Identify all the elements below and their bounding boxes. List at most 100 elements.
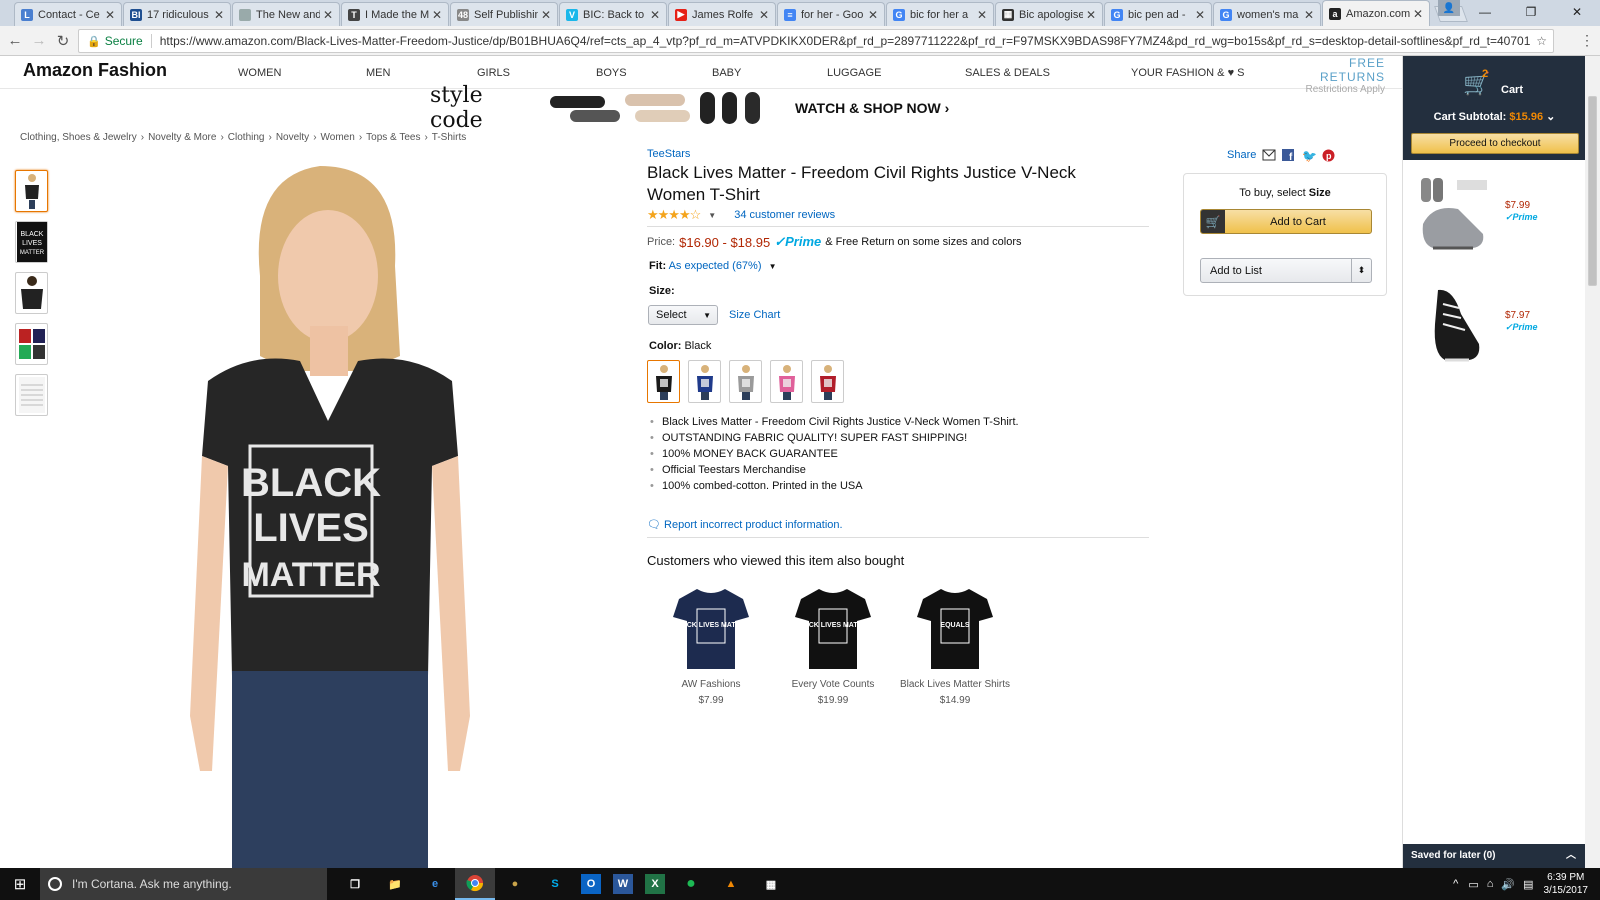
tab-close-icon[interactable]: ✕ <box>214 8 224 22</box>
pinterest-share-icon[interactable]: p <box>1322 149 1336 162</box>
rating-dropdown-icon[interactable]: ▼ <box>708 211 716 220</box>
cart-item-2[interactable]: $7.97 ✓Prime <box>1413 284 1583 374</box>
nav-boys[interactable]: BOYS <box>596 67 627 79</box>
browser-tab[interactable]: ▶ James Rolfe ✕ <box>668 2 776 26</box>
also-bought-image[interactable]: EQUALS <box>915 581 995 673</box>
vlc-icon[interactable]: ▲ <box>711 868 751 900</box>
chevron-up-icon[interactable]: ^ <box>1453 878 1458 890</box>
breadcrumb-item[interactable]: Novelty & More <box>148 132 216 143</box>
color-swatch[interactable] <box>647 360 680 403</box>
battery-icon[interactable]: ▭ <box>1468 878 1478 891</box>
also-bought-item[interactable]: BLACK LIVES MATTER AW Fashions $7.99 <box>650 581 772 706</box>
nav-baby[interactable]: BABY <box>712 67 741 79</box>
page-scrollbar[interactable] <box>1585 56 1600 868</box>
size-select[interactable]: Select ▼ <box>648 305 718 325</box>
list-dropdown-icon[interactable]: ⬍ <box>1351 259 1371 282</box>
browser-tab[interactable]: T I Made the M ✕ <box>341 2 449 26</box>
browser-tab[interactable]: V BIC: Back to ✕ <box>559 2 667 26</box>
profile-icon[interactable]: 👤 <box>1438 0 1460 16</box>
game-icon[interactable]: ● <box>495 868 535 900</box>
scrollbar-thumb[interactable] <box>1588 96 1597 286</box>
close-icon[interactable]: ✕ <box>1554 0 1600 24</box>
browser-tab[interactable]: ▦ Bic apologise ✕ <box>995 2 1103 26</box>
fit-value[interactable]: As expected (67%) <box>669 260 762 272</box>
color-swatch[interactable] <box>688 360 721 403</box>
calculator-icon[interactable]: ▦ <box>751 868 791 900</box>
nav-sales-deals[interactable]: SALES & DEALS <box>965 67 1050 79</box>
nav-luggage[interactable]: LUGGAGE <box>827 67 881 79</box>
also-bought-name[interactable]: AW Fashions <box>650 679 772 690</box>
color-swatch[interactable] <box>770 360 803 403</box>
also-bought-image[interactable]: BLACK LIVES MATTER <box>671 581 751 673</box>
outlook-icon[interactable]: O <box>581 874 601 894</box>
also-bought-name[interactable]: Black Lives Matter Shirts <box>894 679 1016 690</box>
maximize-icon[interactable]: ❐ <box>1508 0 1554 24</box>
main-product-image[interactable]: BLACK LIVES MATTER <box>160 156 500 868</box>
tab-close-icon[interactable]: ✕ <box>1195 8 1205 22</box>
tab-close-icon[interactable]: ✕ <box>759 8 769 22</box>
nav-girls[interactable]: GIRLS <box>477 67 510 79</box>
color-swatch[interactable] <box>811 360 844 403</box>
thumbnail-1[interactable] <box>15 170 48 212</box>
windows-start-icon[interactable]: ⊞ <box>0 875 40 893</box>
browser-tab[interactable]: 48 Self Publishin ✕ <box>450 2 558 26</box>
breadcrumb-item[interactable]: Clothing, Shoes & Jewelry <box>20 132 137 143</box>
browser-tab[interactable]: BI 17 ridiculous ✕ <box>123 2 231 26</box>
forward-icon[interactable]: → <box>27 32 51 49</box>
file-explorer-icon[interactable]: 📁 <box>375 868 415 900</box>
watch-shop-link[interactable]: WATCH & SHOP NOW › <box>795 100 949 116</box>
fit-row[interactable]: Fit: As expected (67%) ▼ <box>649 260 776 272</box>
browser-tab[interactable]: The New and ✕ <box>232 2 340 26</box>
tab-close-icon[interactable]: ✕ <box>1304 8 1314 22</box>
browser-tab[interactable]: ≡ for her - Goo ✕ <box>777 2 885 26</box>
email-share-icon[interactable] <box>1262 149 1276 161</box>
tab-close-icon[interactable]: ✕ <box>105 8 115 22</box>
tab-close-icon[interactable]: ✕ <box>1413 7 1423 21</box>
proceed-to-checkout-button[interactable]: Proceed to checkout <box>1411 133 1579 154</box>
tab-close-icon[interactable]: ✕ <box>323 8 333 22</box>
tab-close-icon[interactable]: ✕ <box>541 8 551 22</box>
thumbnail-5-size-chart[interactable] <box>15 374 48 416</box>
volume-icon[interactable]: 🔊 <box>1501 878 1515 891</box>
breadcrumb-item[interactable]: Novelty <box>276 132 309 143</box>
excel-icon[interactable]: X <box>645 874 665 894</box>
star-rating-icon[interactable]: ★★★★☆ <box>647 207 701 223</box>
spotify-icon[interactable]: ● <box>671 868 711 900</box>
notification-icon[interactable]: ▤ <box>1523 878 1533 891</box>
edge-icon[interactable]: e <box>415 868 455 900</box>
facebook-share-icon[interactable]: f <box>1282 149 1296 163</box>
brand-link[interactable]: TeeStars <box>647 148 1147 160</box>
browser-menu-icon[interactable]: ⋮ <box>1580 32 1594 49</box>
style-code-banner[interactable]: style code WATCH & SHOP NOW › <box>430 83 995 133</box>
breadcrumb-item[interactable]: T-Shirts <box>432 132 466 143</box>
amazon-fashion-logo[interactable]: Amazon Fashion <box>23 60 167 81</box>
nav-your-fashion[interactable]: YOUR FASHION & ♥ S <box>1131 67 1245 79</box>
task-view-icon[interactable]: ❐ <box>335 868 375 900</box>
browser-tab[interactable]: a Amazon.com ✕ <box>1322 0 1430 26</box>
chrome-icon[interactable] <box>455 868 495 900</box>
also-bought-name[interactable]: Every Vote Counts <box>772 679 894 690</box>
fit-dropdown-icon[interactable]: ▼ <box>769 262 777 271</box>
clock[interactable]: 6:39 PM 3/15/2017 <box>1544 871 1589 897</box>
size-chart-link[interactable]: Size Chart <box>729 309 780 321</box>
bookmark-star-icon[interactable]: ☆ <box>1536 34 1547 48</box>
tab-close-icon[interactable]: ✕ <box>977 8 987 22</box>
cart-item-1[interactable]: $7.99 ✓Prime <box>1413 174 1583 264</box>
report-incorrect-info-link[interactable]: 🗨 Report incorrect product information. <box>647 518 843 531</box>
saved-for-later-bar[interactable]: Saved for later (0) ︿ <box>1403 844 1586 868</box>
free-returns[interactable]: FREE RETURNS Restrictions Apply <box>1290 56 1385 95</box>
skype-icon[interactable]: S <box>535 868 575 900</box>
minimize-icon[interactable]: — <box>1462 0 1508 24</box>
network-icon[interactable]: ⌂ <box>1487 878 1494 890</box>
cart-subtotal[interactable]: Cart Subtotal: $15.96 ⌄ <box>1403 110 1586 123</box>
twitter-share-icon[interactable]: 🐦 <box>1302 149 1317 163</box>
breadcrumb-item[interactable]: Women <box>321 132 355 143</box>
browser-tab[interactable]: Gbic for her a ✕ <box>886 2 994 26</box>
thumbnail-2[interactable]: BLACK LIVES MATTER <box>15 221 48 263</box>
word-icon[interactable]: W <box>613 874 633 894</box>
chevron-up-icon[interactable]: ︿ <box>1566 844 1576 868</box>
cortana-search-box[interactable]: I'm Cortana. Ask me anything. <box>40 868 327 900</box>
tab-close-icon[interactable]: ✕ <box>650 8 660 22</box>
browser-tab[interactable]: Gbic pen ad - ✕ <box>1104 2 1212 26</box>
breadcrumb-item[interactable]: Tops & Tees <box>366 132 420 143</box>
